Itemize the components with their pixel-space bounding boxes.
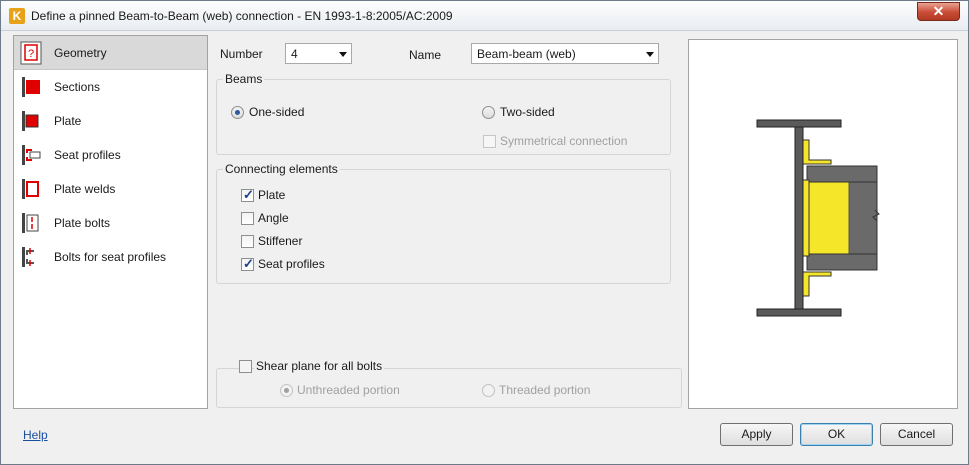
sidebar-item-seat-profiles[interactable]: Seat profiles <box>14 138 207 172</box>
plate-welds-icon <box>22 179 39 199</box>
number-label: Number <box>220 47 263 61</box>
ok-button[interactable]: OK <box>800 423 873 446</box>
stiffener-checkbox[interactable] <box>241 235 254 248</box>
cancel-button[interactable]: Cancel <box>880 423 953 446</box>
sidebar-item-label: Seat profiles <box>54 148 121 162</box>
sidebar-item-label: Bolts for seat profiles <box>54 250 167 264</box>
unthreaded-label: Unthreaded portion <box>297 383 400 397</box>
number-value: 4 <box>291 47 298 61</box>
name-value: Beam-beam (web) <box>477 47 576 61</box>
shear-plane-label: Shear plane for all bolts <box>254 359 385 373</box>
sidebar-item-geometry[interactable]: ? Geometry <box>14 36 207 70</box>
bolts-seat-profiles-icon <box>22 247 34 267</box>
sections-icon <box>22 77 40 97</box>
sidebar-item-sections[interactable]: Sections <box>14 70 207 104</box>
sidebar-item-plate-welds[interactable]: Plate welds <box>14 172 207 206</box>
seat-profiles-label: Seat profiles <box>258 257 325 271</box>
sidebar-item-label: Sections <box>54 80 101 94</box>
apply-button[interactable]: Apply <box>720 423 793 446</box>
beams-group-title: Beams <box>223 72 265 86</box>
plate-icon <box>22 111 39 131</box>
dialog-window: K Define a pinned Beam-to-Beam (web) con… <box>0 0 969 465</box>
help-link[interactable]: Help <box>23 428 48 442</box>
sidebar-item-label: Plate bolts <box>54 216 111 230</box>
sidebar-item-label: Plate <box>54 114 82 128</box>
chevron-down-icon <box>646 52 654 57</box>
sidebar-item-plate-bolts[interactable]: Plate bolts <box>14 206 207 240</box>
app-icon: K <box>9 8 25 24</box>
angle-label: Angle <box>258 211 289 225</box>
close-button[interactable]: ✕ <box>917 2 960 21</box>
sidebar-item-plate[interactable]: Plate <box>14 104 207 138</box>
seat-profiles-icon <box>22 145 41 165</box>
threaded-radio[interactable] <box>482 384 495 397</box>
connecting-group-title: Connecting elements <box>223 162 340 176</box>
connection-preview <box>688 39 958 409</box>
sidebar-item-label: Geometry <box>54 46 107 60</box>
symmetrical-label: Symmetrical connection <box>500 134 628 148</box>
stiffener-label: Stiffener <box>258 234 303 248</box>
geometry-icon: ? <box>20 41 42 65</box>
seat-profiles-checkbox[interactable] <box>241 256 254 272</box>
two-sided-label: Two-sided <box>500 105 555 119</box>
name-dropdown[interactable]: Beam-beam (web) <box>471 43 659 64</box>
chevron-down-icon <box>339 52 347 57</box>
plate-label: Plate <box>258 188 286 202</box>
two-sided-radio[interactable] <box>482 106 495 119</box>
angle-checkbox[interactable] <box>241 212 254 225</box>
svg-text:?: ? <box>28 48 34 60</box>
symmetrical-checkbox[interactable] <box>483 135 496 148</box>
sidebar-item-label: Plate welds <box>54 182 116 196</box>
name-label: Name <box>409 48 442 62</box>
plate-bolts-icon <box>22 213 39 233</box>
window-title: Define a pinned Beam-to-Beam (web) conne… <box>31 9 453 23</box>
sidebar: ? Geometry Sections Plate Seat profiles … <box>13 35 208 409</box>
one-sided-label: One-sided <box>249 105 305 119</box>
number-dropdown[interactable]: 4 <box>285 43 352 64</box>
unthreaded-radio[interactable] <box>280 384 293 397</box>
title-bar: K Define a pinned Beam-to-Beam (web) con… <box>1 1 968 31</box>
beam-connection-drawing <box>756 119 880 317</box>
one-sided-radio[interactable] <box>231 106 244 119</box>
sidebar-item-bolts-seat-profiles[interactable]: Bolts for seat profiles <box>14 240 207 274</box>
threaded-label: Threaded portion <box>499 383 591 397</box>
plate-checkbox[interactable] <box>241 187 254 203</box>
shear-plane-checkbox[interactable] <box>239 360 252 373</box>
